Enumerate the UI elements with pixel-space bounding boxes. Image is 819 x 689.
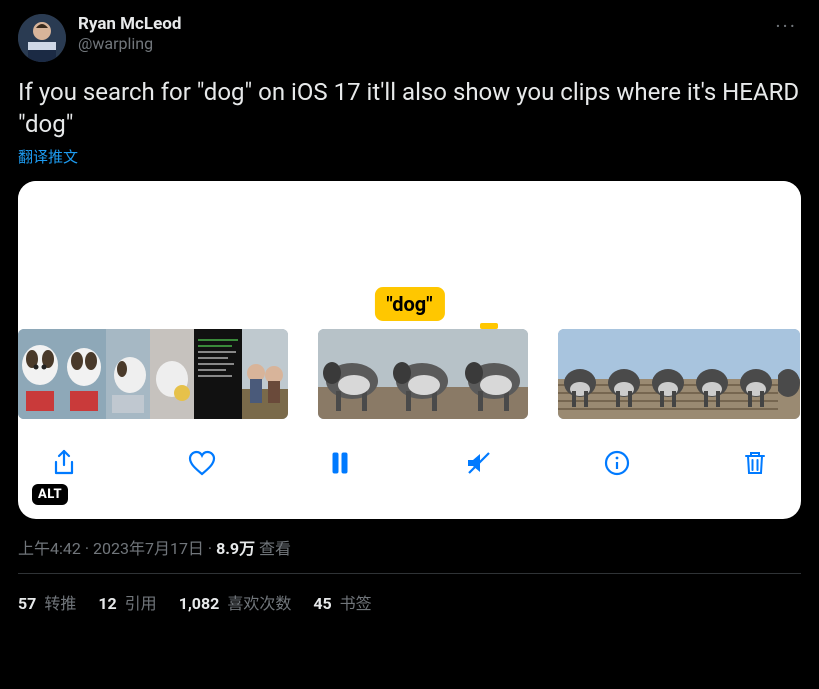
handle: @warpling bbox=[78, 34, 771, 54]
translate-link[interactable]: 翻译推文 bbox=[18, 146, 801, 167]
trash-icon[interactable] bbox=[737, 445, 773, 481]
pause-icon[interactable] bbox=[322, 445, 358, 481]
media-toolbar bbox=[18, 419, 801, 507]
heart-icon[interactable] bbox=[184, 445, 220, 481]
display-name: Ryan McLeod bbox=[78, 14, 771, 34]
meta-views-count: 8.9万 bbox=[216, 539, 255, 558]
meta-date: 2023年7月17日 bbox=[93, 539, 204, 558]
more-icon[interactable]: ··· bbox=[771, 14, 801, 38]
meta-views-label: 查看 bbox=[255, 539, 291, 558]
tweet-text: If you search for "dog" on iOS 17 it'll … bbox=[18, 76, 801, 140]
clip-group-2[interactable] bbox=[318, 329, 528, 419]
share-icon[interactable] bbox=[46, 445, 82, 481]
bookmarks-stat[interactable]: 45 书签 bbox=[313, 590, 371, 614]
author-name-block[interactable]: Ryan McLeod @warpling bbox=[78, 14, 771, 54]
likes-stat[interactable]: 1,082 喜欢次数 bbox=[179, 590, 292, 614]
tweet-container: Ryan McLeod @warpling ··· If you search … bbox=[0, 0, 819, 624]
retweets-stat[interactable]: 57 转推 bbox=[18, 590, 76, 614]
meta-time: 上午4:42 bbox=[18, 539, 81, 558]
alt-badge[interactable]: ALT bbox=[32, 484, 68, 505]
quotes-stat[interactable]: 12 引用 bbox=[98, 590, 156, 614]
media-card[interactable]: "dog" bbox=[18, 181, 801, 519]
tweet-header: Ryan McLeod @warpling ··· bbox=[18, 14, 801, 62]
video-timeline[interactable] bbox=[18, 329, 801, 419]
tweet-meta[interactable]: 上午4:42 · 2023年7月17日 · 8.9万 查看 bbox=[18, 535, 801, 559]
media-whitespace bbox=[18, 181, 801, 287]
info-icon[interactable] bbox=[599, 445, 635, 481]
mute-icon[interactable] bbox=[461, 445, 497, 481]
engagements-row: 57 转推 12 引用 1,082 喜欢次数 45 书签 bbox=[18, 574, 801, 614]
search-term-badge: "dog" bbox=[374, 287, 444, 321]
avatar[interactable] bbox=[18, 14, 66, 62]
clip-group-1[interactable] bbox=[18, 329, 288, 419]
clip-group-3[interactable] bbox=[558, 329, 800, 419]
search-term-row: "dog" bbox=[18, 287, 801, 329]
